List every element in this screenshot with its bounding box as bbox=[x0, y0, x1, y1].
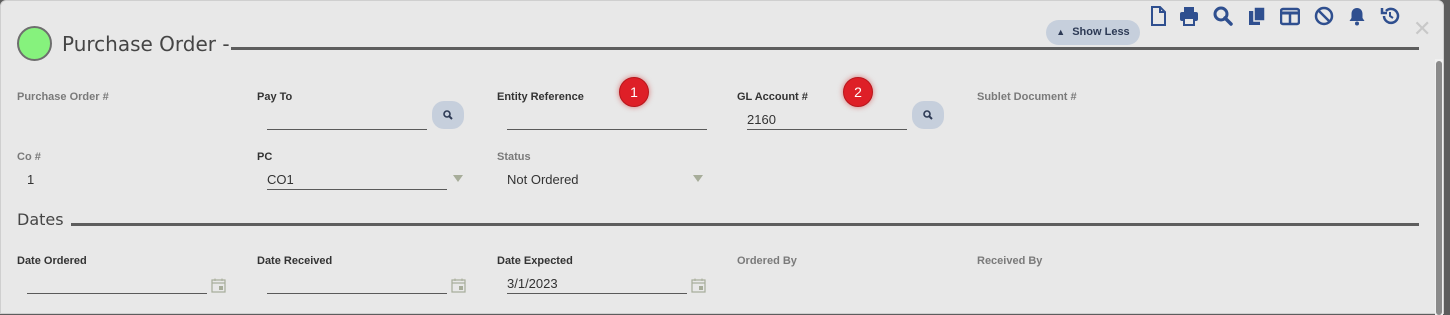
date-expected-field[interactable]: 3/1/2023 bbox=[507, 276, 558, 291]
status-label: Status bbox=[497, 151, 531, 163]
title-divider bbox=[231, 47, 1419, 50]
panel-header: Purchase Order - ▲ Show Less ✕ bbox=[1, 1, 1443, 71]
new-document-icon[interactable] bbox=[1148, 5, 1168, 27]
date-received-underline bbox=[267, 293, 447, 294]
pay-to-underline bbox=[267, 129, 427, 130]
purchase-order-label: Purchase Order # bbox=[17, 91, 109, 103]
calendar-icon[interactable] bbox=[211, 278, 226, 293]
search-icon[interactable] bbox=[1213, 5, 1233, 27]
show-less-button[interactable]: ▲ Show Less bbox=[1046, 19, 1140, 45]
gl-account-search-button[interactable] bbox=[912, 101, 944, 129]
columns-icon[interactable] bbox=[1280, 5, 1300, 27]
sublet-document-label: Sublet Document # bbox=[977, 91, 1077, 103]
date-received-label: Date Received bbox=[257, 255, 333, 267]
pc-label: PC bbox=[257, 151, 273, 163]
co-number-label: Co # bbox=[17, 151, 41, 163]
copy-icon[interactable] bbox=[1247, 5, 1267, 27]
pay-to-search-button[interactable] bbox=[432, 101, 464, 129]
annotation-badge-2: 2 bbox=[843, 77, 873, 107]
scrollbar-thumb[interactable] bbox=[1436, 61, 1442, 315]
co-number-value: 1 bbox=[27, 172, 35, 187]
entity-reference-label: Entity Reference bbox=[497, 91, 584, 103]
dates-section-title: Dates bbox=[17, 210, 64, 229]
gl-account-underline bbox=[747, 129, 907, 130]
bell-icon[interactable] bbox=[1347, 5, 1367, 27]
cancel-icon[interactable] bbox=[1314, 5, 1334, 27]
page-title: Purchase Order - bbox=[62, 32, 230, 56]
gl-account-label: GL Account # bbox=[737, 91, 808, 103]
status-indicator bbox=[17, 26, 52, 61]
date-expected-underline bbox=[507, 293, 687, 294]
search-icon bbox=[923, 110, 933, 120]
date-expected-label: Date Expected bbox=[497, 255, 573, 267]
received-by-label: Received By bbox=[977, 255, 1043, 267]
show-less-label: Show Less bbox=[1072, 26, 1130, 38]
annotation-badge-1: 1 bbox=[619, 77, 649, 107]
gl-account-field[interactable]: 2160 bbox=[747, 112, 776, 127]
pc-select[interactable]: CO1 bbox=[267, 172, 294, 187]
ordered-by-label: Ordered By bbox=[737, 255, 797, 267]
history-icon[interactable] bbox=[1380, 5, 1400, 27]
purchase-order-panel: Purchase Order - ▲ Show Less ✕ Purchase … bbox=[0, 0, 1444, 315]
calendar-icon[interactable] bbox=[691, 278, 706, 293]
close-icon[interactable]: ✕ bbox=[1413, 17, 1431, 42]
toolbar: ▲ Show Less bbox=[1046, 19, 1140, 45]
search-icon bbox=[443, 110, 453, 120]
calendar-icon[interactable] bbox=[451, 278, 466, 293]
status-select[interactable]: Not Ordered bbox=[507, 172, 579, 187]
chevron-down-icon[interactable] bbox=[693, 175, 703, 182]
chevron-down-icon[interactable] bbox=[453, 175, 463, 182]
pc-underline bbox=[267, 189, 447, 190]
dates-divider bbox=[71, 223, 1419, 226]
caret-up-icon: ▲ bbox=[1056, 27, 1066, 37]
pay-to-label: Pay To bbox=[257, 91, 293, 103]
entity-reference-underline bbox=[507, 129, 707, 130]
date-ordered-underline bbox=[27, 293, 207, 294]
print-icon[interactable] bbox=[1179, 5, 1199, 27]
date-ordered-label: Date Ordered bbox=[17, 255, 87, 267]
